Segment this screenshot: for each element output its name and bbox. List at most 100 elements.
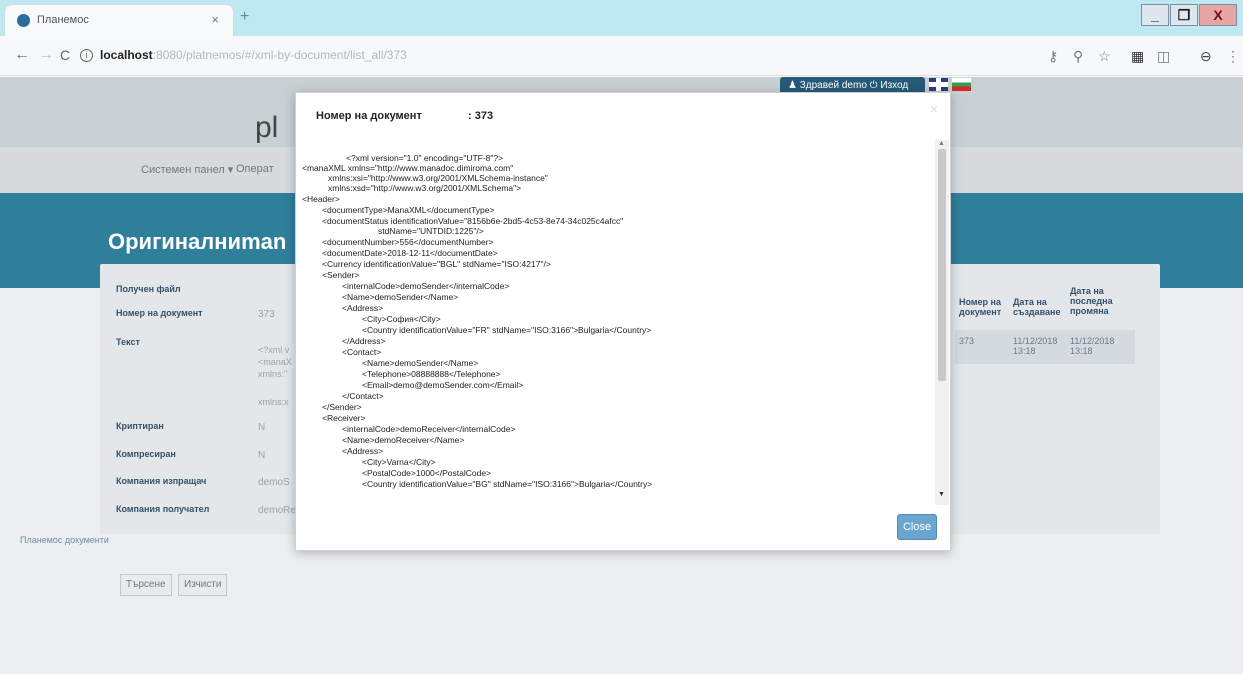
screenshot-icon[interactable]: ◫ [1157,48,1170,65]
extension-icon[interactable]: ▦ [1131,48,1144,65]
xml-line: xmlns:xsi="http://www.w3.org/2001/XMLSch… [328,173,548,183]
site-info-icon[interactable]: i [80,49,93,62]
url-path: :8080/platnemos/#/xml-by-document/list_a… [152,48,407,62]
page-title: Оригиналниman [108,229,287,254]
forward-arrow-icon[interactable]: → [38,46,54,64]
reload-icon[interactable]: C [60,47,70,63]
browser-tab-strip: Планемос × + _ ❐ X [0,0,1243,36]
xml-line: <Contact> [342,347,382,357]
close-tab-icon[interactable]: × [211,12,219,27]
uk-flag-icon[interactable] [929,78,948,91]
xml-line: <Header> [302,194,340,204]
scroll-down-arrow-icon[interactable]: ▼ [938,491,945,498]
menu-icon[interactable]: ⋮ [1226,48,1240,65]
xml-line: <Sender> [322,270,360,280]
profile-icon[interactable]: ⊖ [1200,48,1212,65]
xml-line: <Currency identificationValue="BGL" stdN… [322,259,551,269]
text-line: <manaX [258,357,292,367]
xml-line: <Address> [342,446,384,456]
receiver-company-value[interactable]: demoRe [258,505,296,516]
bg-flag-icon[interactable] [952,78,971,91]
xml-line: <documentType>ManaXML</documentType> [322,205,495,215]
xml-line: </Address> [342,336,386,346]
xml-line: <City>Varna</City> [362,457,436,467]
xml-line: <Name>demoSender</Name> [362,358,479,368]
text-line: xmlns:" [258,369,288,379]
xml-line: <PostalCode>1000</PostalCode> [362,468,492,478]
xml-line: <manaXML xmlns="http://www.manadoc.dimir… [302,163,514,173]
window-close-button[interactable]: X [1199,4,1237,26]
col-header-doc-number: Номер на документ [959,297,1002,317]
zoom-icon[interactable]: ⚲ [1073,48,1083,65]
modal-close-icon[interactable]: × [930,101,938,117]
encrypted-value[interactable]: N [258,422,265,433]
xml-line: <Country identificationValue="BG" stdNam… [362,479,653,489]
modal-doc-number-value: : 373 [468,110,494,122]
menu-operations[interactable]: Операт [236,163,274,175]
restore-button[interactable]: ❐ [1170,4,1198,26]
key-icon[interactable]: ⚷ [1048,48,1058,65]
text-line: xmlns:x [258,397,289,407]
clear-button[interactable]: Изчисти [178,574,228,596]
xml-line: <Address> [342,303,384,313]
xml-line: <internalCode>demoSender</internalCode> [342,281,510,291]
new-tab-button[interactable]: + [240,8,249,26]
back-arrow-icon[interactable]: ← [14,46,30,64]
user-label: Здравей demo [799,80,867,91]
modal-header: Номер на документ : 373 × [296,93,950,140]
cell-doc-number: 373 [959,336,975,346]
xml-line: </Contact> [342,391,384,401]
tab-title: Планемос [37,14,89,26]
receiver-company-label: Компания получател [116,504,210,514]
minimize-button[interactable]: _ [1141,4,1169,26]
xml-document-modal: Номер на документ : 373 × <?xml version=… [295,92,951,551]
xml-line: <documentStatus identificationValue="815… [322,216,624,226]
xml-line: <documentDate>2018-12-11</documentDate> [322,248,498,258]
cell-created: 11/12/2018 13:18 [1013,336,1058,356]
search-button[interactable]: Търсене [120,574,172,596]
power-icon: ⏻ [869,80,881,91]
xml-line: <documentNumber>556</documentNumber> [322,237,494,247]
star-icon[interactable]: ☆ [1098,48,1111,65]
window-controls: _ ❐ X [1141,4,1237,26]
modal-doc-number-label: Номер на документ [316,110,422,122]
compressed-value[interactable]: N [258,450,265,461]
doc-number-value[interactable]: 373 [258,309,275,320]
xml-line: <Name>demoReceiver</Name> [342,435,465,445]
xml-scrollbar[interactable]: ▲ ▼ [935,140,949,505]
scroll-up-arrow-icon[interactable]: ▲ [938,140,945,147]
xml-line: <Name>demoSender</Name> [342,292,459,302]
menu-system-panel[interactable]: Системен панел ▾ [141,163,233,176]
compressed-label: Компресиран [116,449,176,459]
xml-line: <internalCode>demoReceiver</internalCode… [342,424,516,434]
browser-tab[interactable]: Планемос × [4,4,234,36]
documents-link[interactable]: Планемос документи [20,535,109,545]
scrollbar-thumb[interactable] [938,149,946,381]
received-file-label: Получен файл [116,284,181,294]
doc-number-label: Номер на документ [116,308,203,318]
app-logo: pl [255,111,279,144]
xml-line: <City>София</City> [362,314,441,324]
xml-line: stdName="UNTDID:1225"/> [378,226,484,236]
xml-line: <Telephone>08888888</Telephone> [362,369,501,379]
encrypted-label: Криптиран [116,421,164,431]
user-icon: ♟ [788,80,800,91]
cell-modified: 11/12/2018 13:18 [1070,336,1115,356]
sender-company-value[interactable]: demoS [258,477,290,488]
xml-line: xmlns:xsd="http://www.w3.org/2001/XMLSch… [328,183,522,193]
col-header-modified: Дата на последна промяна [1070,286,1113,316]
xml-line: <Receiver> [322,413,366,423]
col-header-created: Дата на създаване [1013,297,1061,317]
close-button[interactable]: Close [897,514,937,540]
xml-content[interactable]: <?xml version="1.0" encoding="UTF-8"?> <… [298,153,935,505]
url-field[interactable]: localhost:8080/platnemos/#/xml-by-docume… [100,48,407,62]
logout-label[interactable]: Изход [880,80,908,91]
xml-line: <Email>demo@demoSender.com</Email> [362,380,524,390]
url-host: localhost [100,48,153,62]
text-line: <?xml v [258,345,290,355]
xml-line: <Country identificationValue="FR" stdNam… [362,325,652,335]
sender-company-label: Компания изпращач [116,476,207,486]
address-bar: ← → C i localhost:8080/platnemos/#/xml-b… [0,36,1243,76]
xml-line: <?xml version="1.0" encoding="UTF-8"?> [346,153,504,163]
text-label: Текст [116,337,140,347]
